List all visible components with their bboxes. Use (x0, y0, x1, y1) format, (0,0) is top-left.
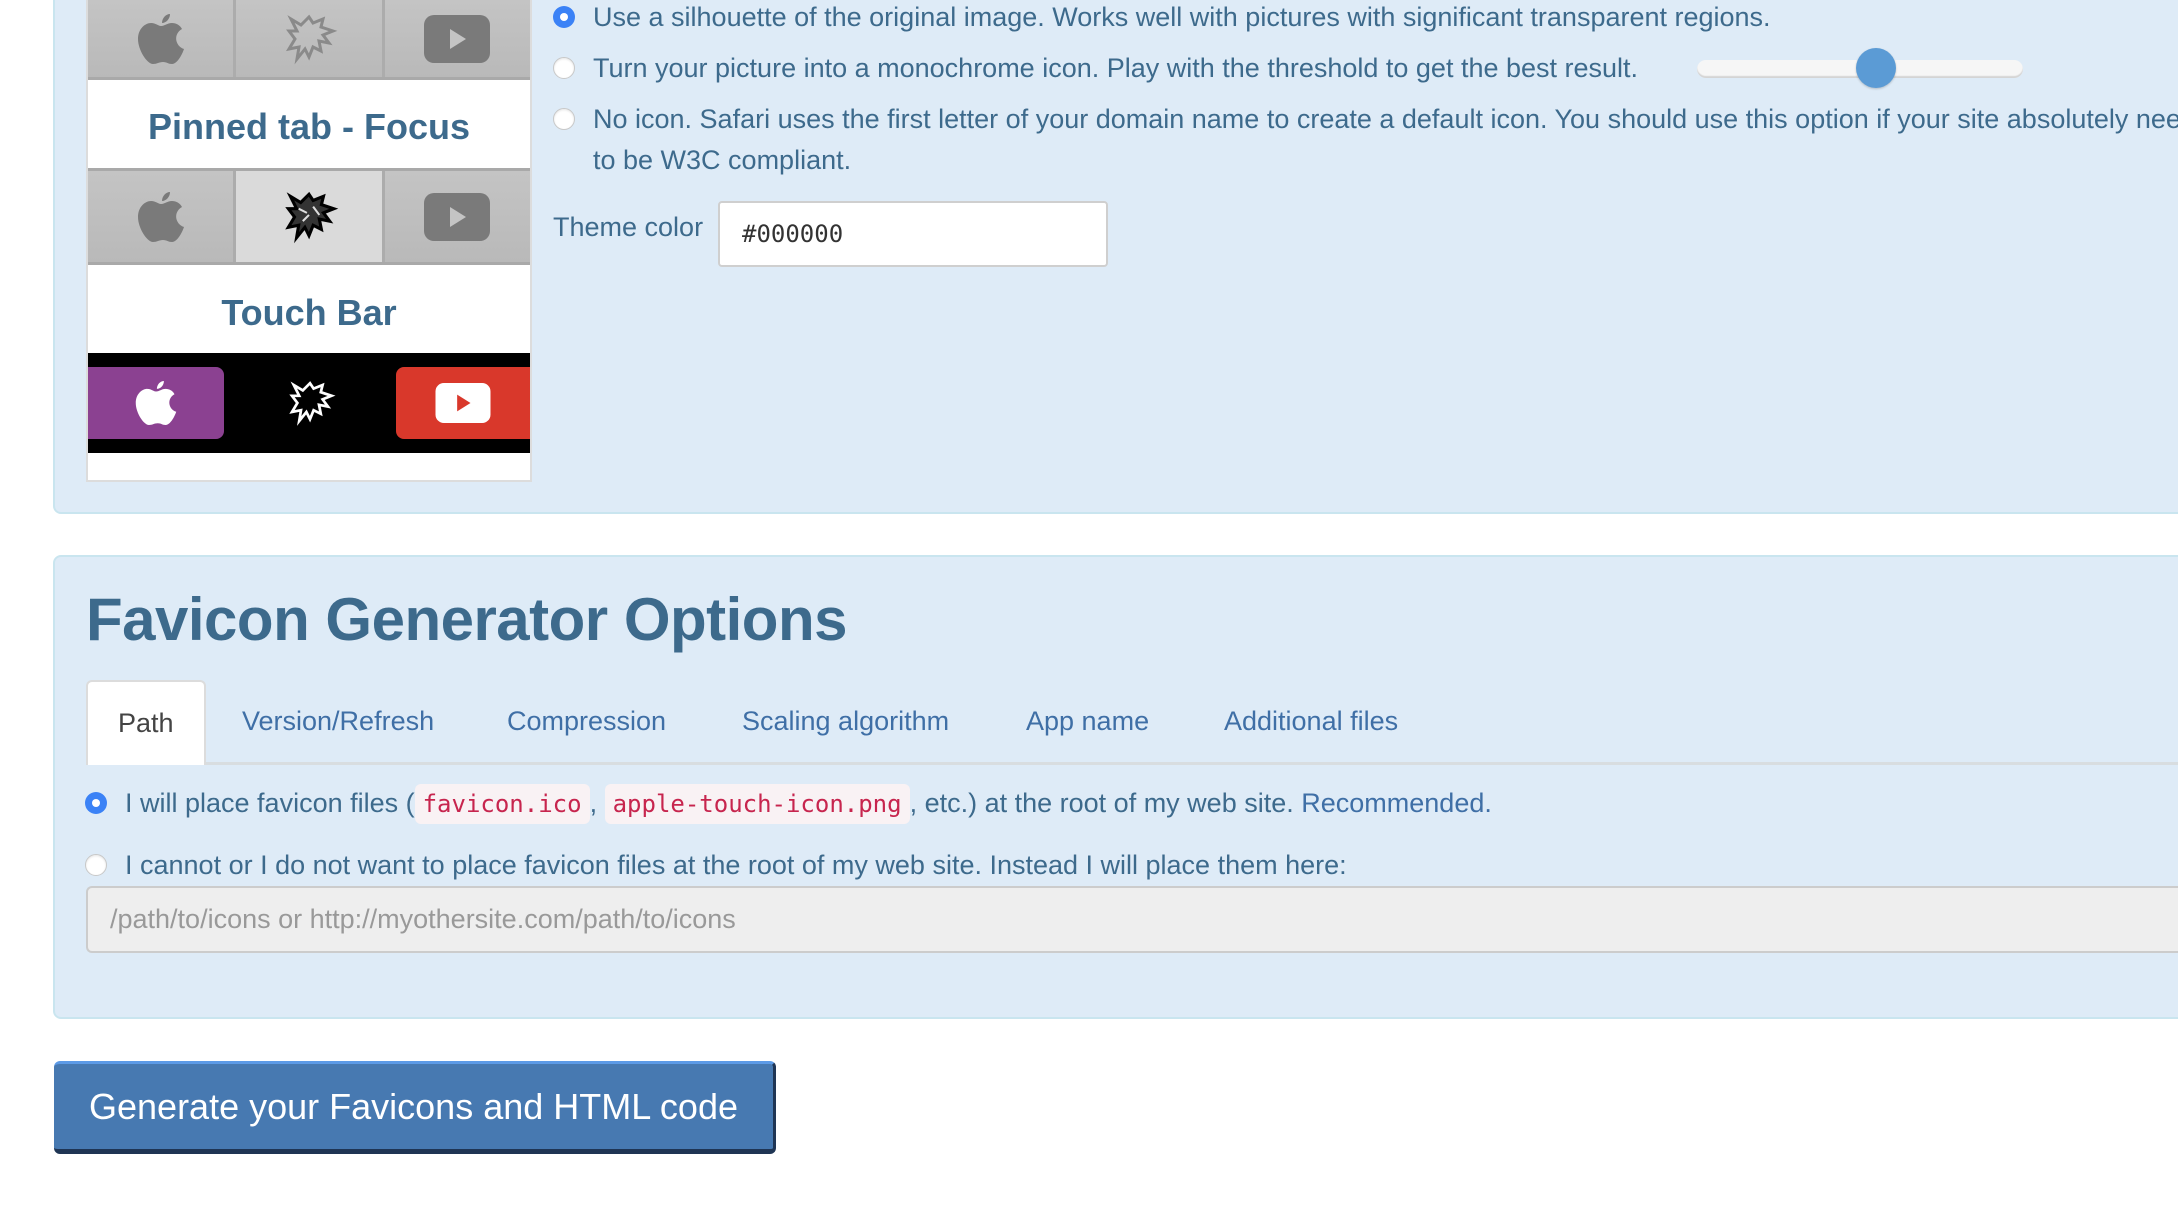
custom-path-option-label: I cannot or I do not want to place favic… (125, 850, 1347, 880)
root-path-separator: , (589, 788, 598, 818)
root-path-prefix: I will place favicon files ( (125, 788, 415, 818)
tab-version-refresh[interactable]: Version/Refresh (242, 680, 434, 762)
touch-bar-label: Touch Bar (221, 292, 397, 333)
no-icon-option-label: No icon. Safari uses the first letter of… (593, 104, 2178, 134)
preview-cell-wolf-active (236, 171, 385, 262)
tab-path[interactable]: Path (86, 680, 206, 765)
code-favicon-ico: favicon.ico (414, 784, 590, 824)
no-icon-option-label-line2: to be W3C compliant. (593, 145, 852, 175)
theme-color-input[interactable]: #000000 (718, 201, 1108, 267)
options-tabs: Path Version/Refresh Compression Scaling… (86, 680, 2178, 765)
code-apple-touch-icon: apple-touch-icon.png (604, 784, 910, 824)
recommended-link[interactable]: Recommended. (1301, 788, 1492, 818)
youtube-icon (424, 192, 491, 241)
wolf-logo-icon (285, 191, 339, 243)
tab-app-name[interactable]: App name (1026, 680, 1149, 762)
apple-icon (137, 191, 184, 242)
tab-compression[interactable]: Compression (507, 680, 666, 762)
no-icon-radio[interactable] (553, 108, 575, 130)
pinned-tab-row (88, 0, 530, 80)
touch-bar-wolf (255, 376, 365, 430)
preview-cell-apple (88, 0, 237, 77)
touch-bar-preview (88, 353, 530, 453)
preview-cell-wolf (236, 0, 385, 77)
preview-cell-apple (88, 171, 237, 262)
monochrome-option-label: Turn your picture into a monochrome icon… (593, 53, 1639, 83)
custom-path-radio[interactable] (85, 854, 107, 876)
wolf-logo-icon (285, 14, 338, 64)
youtube-icon (424, 14, 491, 63)
pinned-tab-focus-row (88, 168, 530, 265)
pinned-tab-preview-card: Pinned tab - Focus Touch Bar (86, 0, 532, 482)
youtube-icon (435, 383, 491, 423)
generate-favicons-button[interactable]: Generate your Favicons and HTML code (54, 1061, 776, 1154)
apple-icon (135, 381, 177, 425)
silhouette-option-label: Use a silhouette of the original image. … (593, 2, 1771, 32)
root-path-suffix: , etc.) at the root of my web site. (909, 788, 1294, 818)
tab-additional-files[interactable]: Additional files (1224, 680, 1398, 762)
apple-icon (137, 13, 184, 64)
tab-scaling-algorithm[interactable]: Scaling algorithm (742, 680, 949, 762)
touch-bar-youtube-button (396, 367, 530, 439)
root-path-radio[interactable] (85, 792, 107, 814)
wolf-logo-icon (289, 381, 336, 426)
touch-bar-apple-button (88, 367, 224, 439)
preview-cell-youtube (384, 0, 530, 77)
monochrome-radio[interactable] (553, 57, 575, 79)
options-heading: Favicon Generator Options (86, 586, 847, 653)
theme-color-label: Theme color (553, 212, 704, 242)
silhouette-radio[interactable] (553, 6, 575, 28)
custom-path-input[interactable]: /path/to/icons or http://myothersite.com… (86, 886, 2178, 953)
preview-cell-youtube (384, 171, 530, 262)
root-path-option-label: I will place favicon files (favicon.ico,… (125, 783, 1492, 824)
pinned-tab-focus-label: Pinned tab - Focus (147, 106, 470, 147)
